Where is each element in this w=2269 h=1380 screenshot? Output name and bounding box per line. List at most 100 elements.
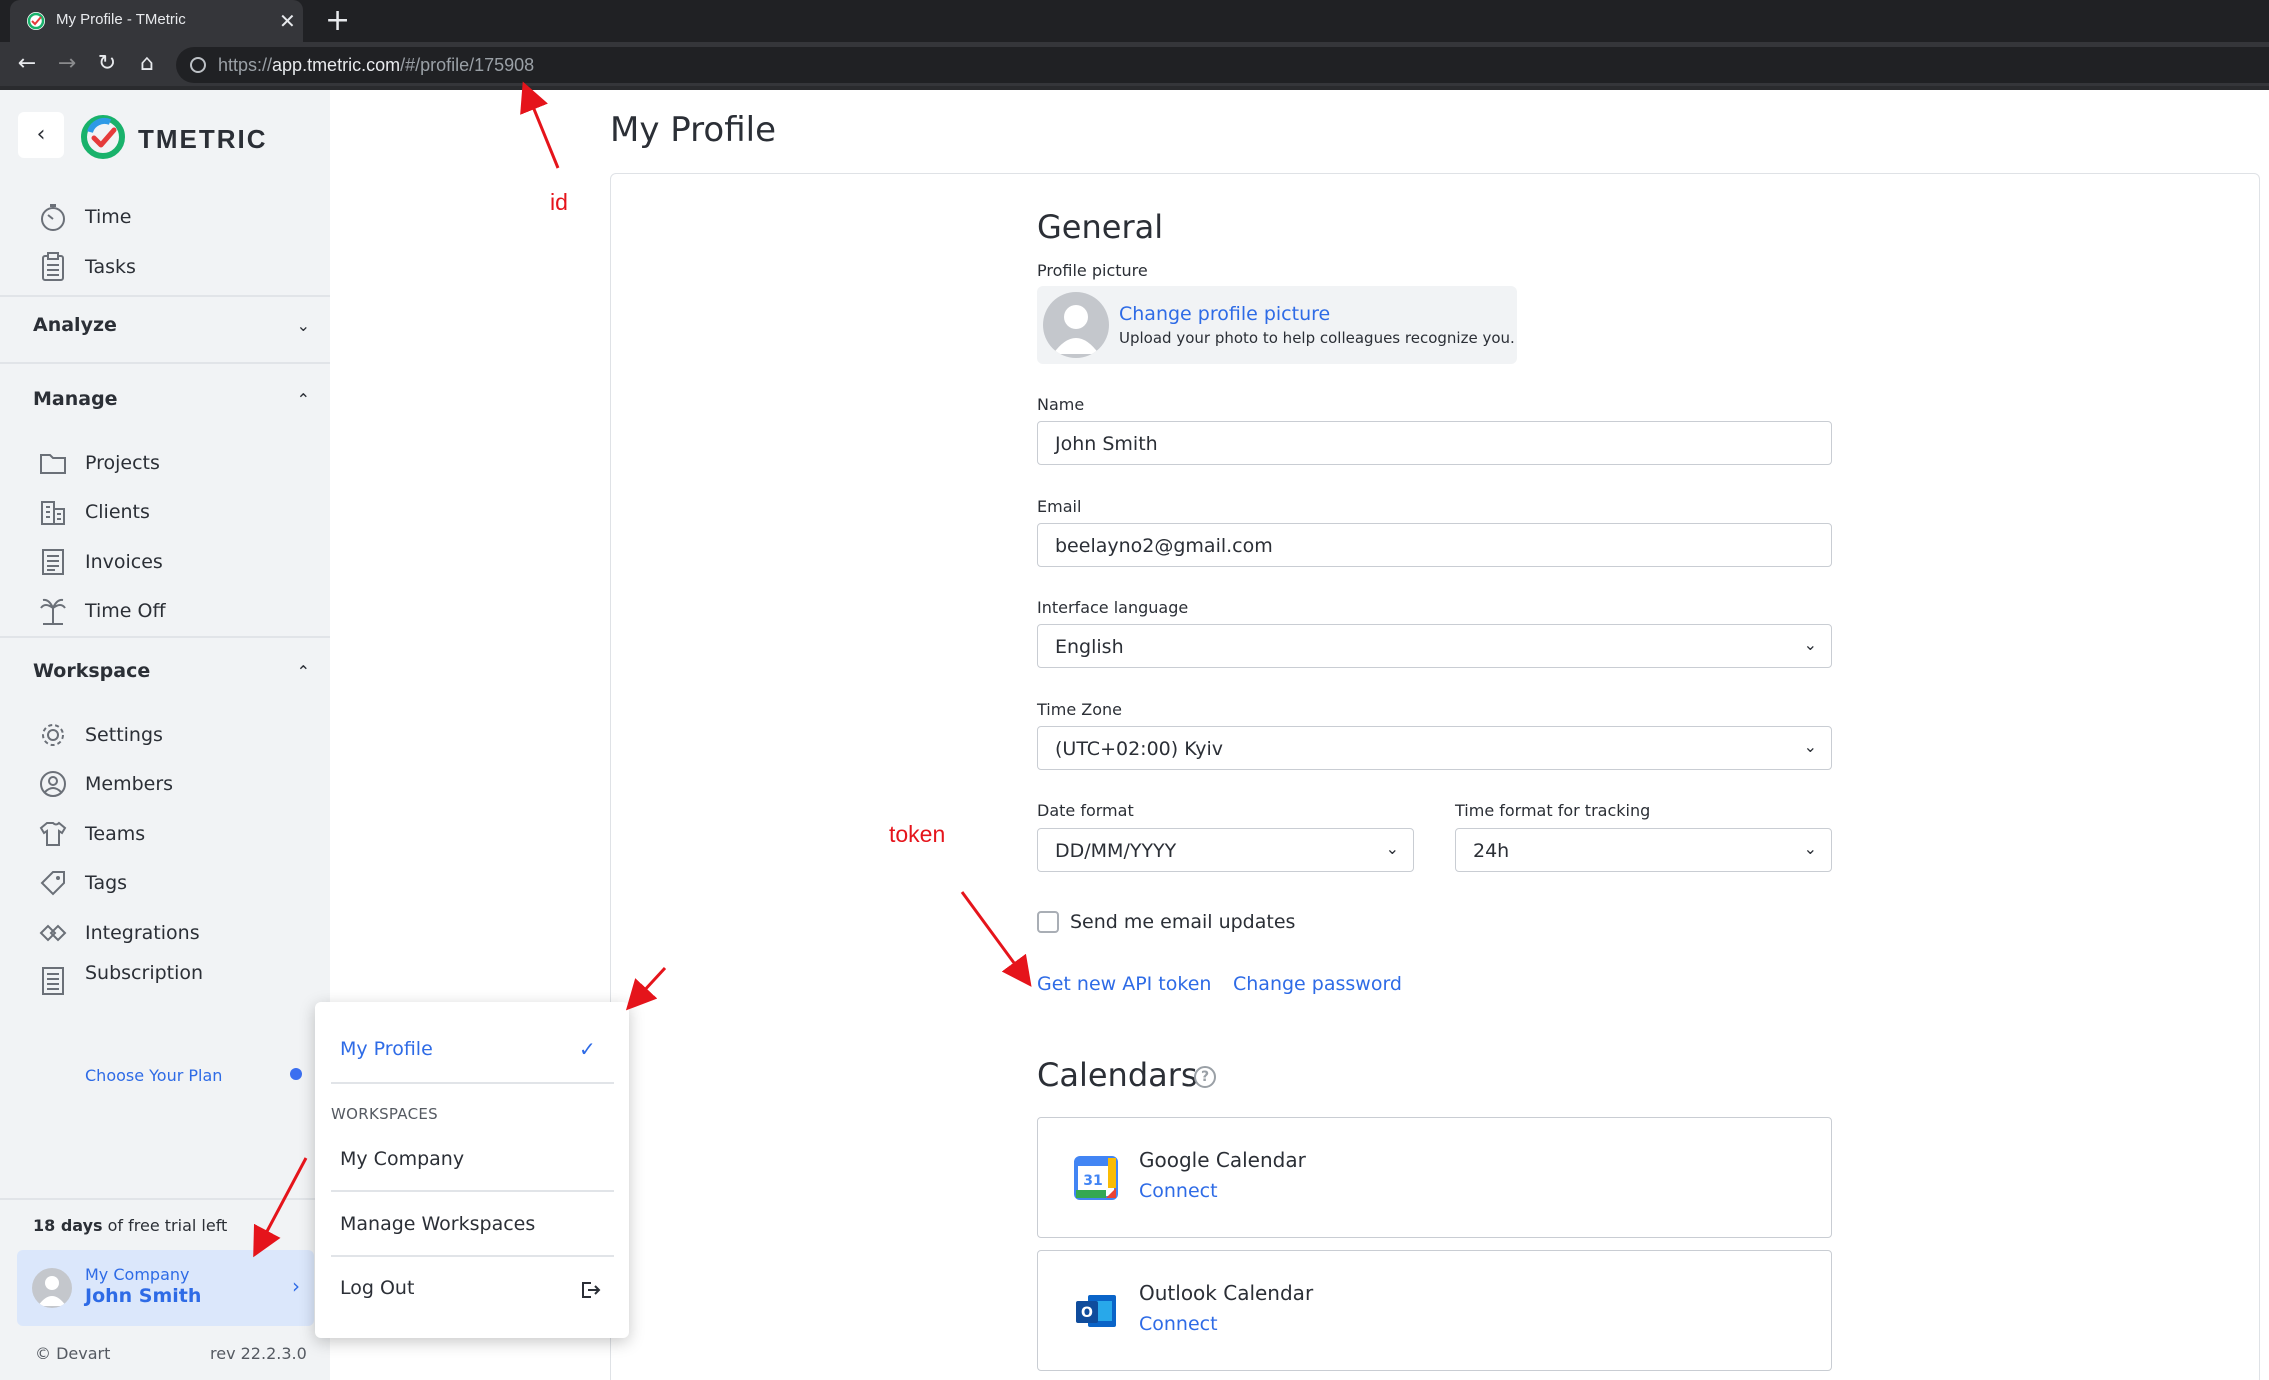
sidebar-item-invoices[interactable]: Invoices: [38, 545, 318, 579]
revision: rev 22.2.3.0: [210, 1344, 307, 1363]
sidebar-item-label: Tasks: [85, 256, 136, 278]
account-switcher[interactable]: My Company John Smith ›: [17, 1250, 314, 1326]
time-format-select[interactable]: 24h ⌄: [1455, 828, 1832, 872]
sidebar-item-label: Time Off: [85, 600, 166, 622]
section-workspace[interactable]: Workspace ⌃: [33, 660, 318, 690]
change-password-link[interactable]: Change password: [1233, 973, 1402, 995]
sidebar-item-tags[interactable]: Tags: [38, 866, 318, 900]
section-label: Manage: [33, 388, 118, 410]
invoice-icon: [42, 549, 64, 575]
gear-icon: [42, 724, 64, 746]
sidebar-item-tasks[interactable]: Tasks: [38, 250, 318, 284]
sidebar-item-clients[interactable]: Clients: [38, 495, 318, 529]
url-text: https://app.tmetric.com/#/profile/175908: [218, 55, 535, 75]
name-field[interactable]: John Smith: [1037, 421, 1832, 465]
back-icon[interactable]: ←: [12, 49, 42, 79]
sidebar-item-projects[interactable]: Projects: [38, 446, 318, 480]
timezone-select[interactable]: (UTC+02:00) Kyiv ⌄: [1037, 726, 1832, 770]
section-analyze[interactable]: Analyze ⌄: [33, 314, 318, 344]
menu-item-my-company[interactable]: My Company: [340, 1148, 464, 1170]
connect-outlook-link[interactable]: Connect: [1139, 1313, 1218, 1335]
svg-text:O: O: [1081, 1305, 1093, 1321]
workspaces-header: WORKSPACES: [331, 1105, 438, 1123]
avatar[interactable]: [1043, 292, 1109, 358]
palm-tree-icon: [40, 598, 66, 625]
calendar-name: Outlook Calendar: [1139, 1281, 1314, 1305]
trial-notice: 18 days of free trial left: [33, 1216, 228, 1235]
menu-item-my-profile[interactable]: My Profile: [340, 1038, 433, 1060]
chevron-up-icon: ⌃: [296, 662, 310, 681]
sidebar-item-time-off[interactable]: Time Off: [38, 594, 318, 628]
sidebar-item-teams[interactable]: Teams: [38, 817, 318, 851]
address-bar[interactable]: https://app.tmetric.com/#/profile/175908: [176, 47, 2269, 83]
browser-tab[interactable]: My Profile - TMetric ✕: [10, 0, 303, 42]
home-icon[interactable]: ⌂: [132, 49, 162, 79]
toolbar-divider: [0, 86, 2269, 90]
date-format-label: Date format: [1037, 801, 1134, 820]
plus-icon[interactable]: +: [325, 5, 350, 37]
sidebar-item-label: Integrations: [85, 922, 200, 944]
outlook-calendar-card: O Outlook Calendar Connect: [1037, 1250, 1832, 1371]
account-menu: My Profile ✓ WORKSPACES My Company Manag…: [315, 1002, 629, 1338]
chevron-down-icon: ⌄: [1803, 737, 1817, 756]
chevron-up-icon: ⌃: [296, 390, 310, 409]
calendar-name: Google Calendar: [1139, 1148, 1306, 1172]
avatar: [32, 1268, 72, 1308]
user-circle-icon: [40, 771, 66, 797]
sidebar-item-settings[interactable]: Settings: [38, 718, 318, 752]
menu-divider: [331, 1082, 614, 1084]
building-icon: [41, 501, 65, 525]
outlook-calendar-icon: O: [1076, 1295, 1116, 1327]
sidebar-item-label: Tags: [85, 872, 128, 894]
connect-google-link[interactable]: Connect: [1139, 1180, 1218, 1202]
menu-item-manage-workspaces[interactable]: Manage Workspaces: [340, 1213, 535, 1235]
tmetric-favicon: [27, 12, 45, 30]
close-icon[interactable]: ✕: [279, 9, 296, 33]
calendars-heading: Calendars: [1037, 1056, 1198, 1094]
timezone-label: Time Zone: [1037, 700, 1122, 719]
email-updates-label: Send me email updates: [1070, 911, 1296, 933]
profile-picture-label: Profile picture: [1037, 261, 1148, 280]
sidebar-divider: [0, 295, 330, 297]
language-label: Interface language: [1037, 598, 1189, 617]
sidebar-item-label: Invoices: [85, 551, 163, 573]
team-shirt-icon: [39, 821, 67, 846]
svg-text:31: 31: [1083, 1173, 1102, 1189]
language-select[interactable]: English ⌄: [1037, 624, 1832, 668]
email-field[interactable]: beelayno2@gmail.com: [1037, 523, 1832, 567]
sidebar-item-label: Time: [85, 206, 132, 228]
sidebar-item-time[interactable]: Time: [38, 200, 318, 234]
section-manage[interactable]: Manage ⌃: [33, 388, 318, 418]
checkmark-icon: ✓: [579, 1037, 596, 1061]
sidebar-divider: [0, 636, 330, 638]
stopwatch-icon: [41, 204, 65, 231]
folder-icon: [40, 454, 66, 474]
chevron-down-icon: ⌄: [1385, 839, 1399, 858]
choose-plan-link[interactable]: Choose Your Plan: [85, 1066, 222, 1085]
google-calendar-card: 31 Google Calendar Connect: [1037, 1117, 1832, 1238]
change-profile-picture-link[interactable]: Change profile picture: [1119, 303, 1330, 325]
account-user: John Smith: [85, 1285, 202, 1307]
email-updates-checkbox[interactable]: [1037, 911, 1059, 933]
sidebar-item-label: Subscription: [85, 962, 204, 984]
annotation-token-label: token: [889, 821, 946, 847]
sidebar-item-members[interactable]: Members: [38, 767, 318, 801]
sidebar-item-time[interactable]: [38, 136, 318, 170]
section-label: Analyze: [33, 314, 117, 336]
get-api-token-link[interactable]: Get new API token: [1037, 973, 1211, 995]
menu-divider: [331, 1255, 614, 1257]
section-label: Workspace: [33, 660, 151, 682]
copyright: © Devart: [35, 1344, 111, 1363]
site-info-icon[interactable]: [190, 57, 206, 73]
help-icon[interactable]: ?: [1194, 1066, 1216, 1088]
forward-icon[interactable]: →: [52, 49, 82, 79]
date-format-select[interactable]: DD/MM/YYYY ⌄: [1037, 828, 1414, 872]
sidebar-item-integrations[interactable]: Integrations: [38, 916, 318, 950]
account-company: My Company: [85, 1265, 190, 1284]
menu-item-log-out[interactable]: Log Out: [340, 1277, 414, 1299]
sidebar-item-label: Settings: [85, 724, 163, 746]
sidebar-item-subscription[interactable]: Subscription: [38, 962, 318, 996]
reload-icon[interactable]: ↻: [92, 49, 122, 79]
notification-dot: [290, 1068, 302, 1080]
clipboard-icon: [42, 252, 64, 281]
